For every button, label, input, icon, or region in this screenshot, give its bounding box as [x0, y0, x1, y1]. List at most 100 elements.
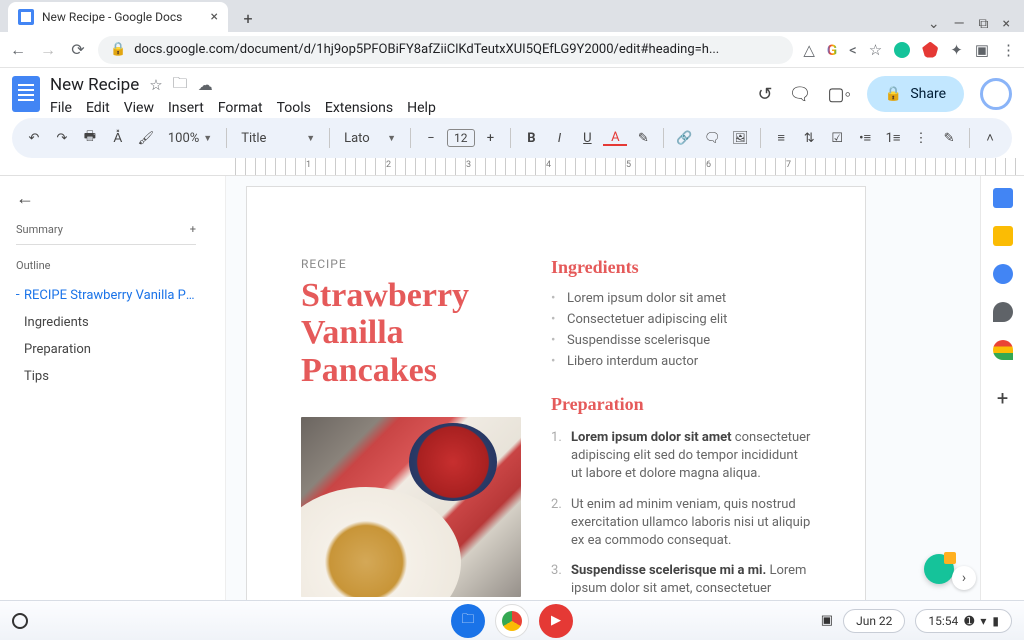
menu-view[interactable]: View: [124, 100, 154, 116]
star-icon[interactable]: ☆: [149, 76, 162, 94]
image-button[interactable]: 🖼: [728, 126, 752, 150]
list-item: Suspendisse scelerisque mi a mi. Lorem i…: [551, 558, 811, 600]
show-sidepanel-button[interactable]: ›: [952, 566, 976, 590]
decrease-font-button[interactable]: −: [419, 126, 443, 150]
document-canvas[interactable]: RECIPE Strawberry Vanilla Pancakes Ingre…: [226, 176, 980, 600]
increase-font-button[interactable]: +: [479, 126, 503, 150]
menu-format[interactable]: Format: [218, 100, 263, 116]
paint-format-button[interactable]: 🖌: [134, 126, 158, 150]
drive-icon[interactable]: △: [803, 41, 815, 59]
sidepanel-ext-icon[interactable]: ▣: [975, 41, 989, 59]
checklist-button[interactable]: ☑: [825, 126, 849, 150]
font-dropdown[interactable]: Lato▼: [338, 131, 402, 146]
outline-item[interactable]: Ingredients: [16, 309, 196, 336]
redo-button[interactable]: ↷: [50, 126, 74, 150]
maximize-icon[interactable]: ⧉: [979, 16, 989, 32]
list-item: Libero interdum auctor: [551, 351, 811, 372]
comments-icon[interactable]: 🗨: [789, 84, 812, 105]
menu-edit[interactable]: Edit: [86, 100, 110, 116]
outline-item[interactable]: Preparation: [16, 336, 196, 363]
vertical-ruler[interactable]: [212, 176, 226, 600]
calendar-panel-icon[interactable]: [993, 188, 1013, 208]
outline-item[interactable]: RECIPE Strawberry Vanilla Panc...: [16, 282, 196, 309]
notification-icon: ➊: [964, 614, 974, 628]
zoom-dropdown[interactable]: 100%▼: [162, 131, 218, 146]
files-app-icon[interactable]: 🗀: [451, 604, 485, 638]
bulleted-list-button[interactable]: •≡: [853, 126, 877, 150]
numbered-list-button[interactable]: 1≡: [881, 126, 905, 150]
status-tray[interactable]: 15:54 ➊ ▾ ▮: [915, 609, 1012, 633]
contacts-panel-icon[interactable]: [993, 302, 1013, 322]
history-icon[interactable]: ↺: [758, 84, 773, 105]
editing-mode-button[interactable]: ✎: [937, 126, 961, 150]
close-window-icon[interactable]: ×: [1003, 16, 1010, 32]
keep-panel-icon[interactable]: [993, 226, 1013, 246]
bookmark-icon[interactable]: ☆: [869, 41, 882, 59]
google-icon[interactable]: G: [827, 41, 837, 59]
cloud-status-icon[interactable]: ☁: [198, 76, 213, 94]
url-field[interactable]: 🔒 docs.google.com/document/d/1hj9op5PFOB…: [98, 36, 793, 64]
preparation-list: Lorem ipsum dolor sit amet consectetuer …: [551, 425, 811, 600]
print-button[interactable]: 🖶: [78, 126, 102, 150]
highlight-button[interactable]: ✎: [631, 126, 655, 150]
os-taskbar: 🗀 ▶ ▣ Jun 22 15:54 ➊ ▾ ▮: [0, 600, 1024, 640]
undo-button[interactable]: ↶: [22, 126, 46, 150]
grammarly-fab[interactable]: [924, 554, 954, 584]
new-tab-button[interactable]: +: [234, 4, 262, 32]
move-icon[interactable]: 🗀: [173, 73, 188, 98]
meet-icon[interactable]: ▢◦: [827, 84, 850, 105]
ingredients-heading: Ingredients: [551, 257, 811, 278]
menu-file[interactable]: File: [50, 100, 72, 116]
style-dropdown[interactable]: Title▼: [235, 131, 321, 146]
horizontal-ruler[interactable]: 1 2 3 4 5 6 7: [226, 158, 1024, 175]
collapse-toolbar-button[interactable]: ˄: [978, 126, 1002, 150]
menu-extensions[interactable]: Extensions: [325, 100, 393, 116]
hide-outline-button[interactable]: ←: [16, 188, 34, 209]
share-button[interactable]: 🔒 Share: [867, 76, 964, 112]
align-button[interactable]: ≡: [769, 126, 793, 150]
side-panel: +: [980, 176, 1024, 600]
minimize-icon[interactable]: —: [954, 16, 965, 32]
browser-tab[interactable]: New Recipe - Google Docs ×: [8, 2, 228, 32]
reload-button[interactable]: ⟳: [68, 40, 88, 59]
recipe-photo[interactable]: [301, 417, 521, 597]
youtube-music-icon[interactable]: ▶: [539, 604, 573, 638]
launcher-button[interactable]: [12, 613, 28, 629]
outline-item[interactable]: Tips: [16, 363, 196, 390]
font-size-input[interactable]: 12: [447, 129, 475, 147]
add-summary-button[interactable]: +: [190, 223, 196, 236]
chrome-app-icon[interactable]: [495, 604, 529, 638]
back-button[interactable]: ←: [8, 40, 28, 60]
maps-panel-icon[interactable]: [993, 340, 1013, 360]
tasks-panel-icon[interactable]: [993, 264, 1013, 284]
grammarly-ext-icon[interactable]: [894, 42, 910, 58]
spellcheck-button[interactable]: A̽: [106, 126, 130, 150]
link-button[interactable]: 🔗: [672, 126, 696, 150]
doc-title[interactable]: New Recipe: [50, 75, 139, 95]
account-avatar[interactable]: [980, 78, 1012, 110]
share-ext-icon[interactable]: <: [849, 41, 857, 59]
bold-button[interactable]: B: [519, 126, 543, 150]
forward-button[interactable]: →: [38, 40, 58, 60]
menu-insert[interactable]: Insert: [168, 100, 204, 116]
adblock-ext-icon[interactable]: [922, 42, 938, 58]
page[interactable]: RECIPE Strawberry Vanilla Pancakes Ingre…: [246, 186, 866, 600]
text-color-button[interactable]: A: [603, 130, 627, 146]
more-button[interactable]: ⋮: [909, 126, 933, 150]
menu-help[interactable]: Help: [407, 100, 436, 116]
italic-button[interactable]: I: [547, 126, 571, 150]
chevron-down-icon[interactable]: ⌄: [928, 16, 940, 32]
recipe-eyebrow: RECIPE: [301, 257, 521, 271]
docs-logo[interactable]: [12, 76, 40, 112]
browser-tab-strip: New Recipe - Google Docs × + ⌄ — ⧉ ×: [0, 0, 1024, 32]
menu-tools[interactable]: Tools: [277, 100, 311, 116]
date-pill[interactable]: Jun 22: [843, 609, 905, 633]
comment-button[interactable]: 🗨: [700, 126, 724, 150]
extensions-icon[interactable]: ✦: [950, 41, 963, 59]
screenshot-icon[interactable]: ▣: [821, 613, 833, 628]
menu-icon[interactable]: ⋮: [1001, 41, 1016, 59]
underline-button[interactable]: U: [575, 126, 599, 150]
line-spacing-button[interactable]: ⇅: [797, 126, 821, 150]
add-panel-button[interactable]: +: [993, 388, 1013, 408]
close-tab-icon[interactable]: ×: [211, 9, 218, 25]
